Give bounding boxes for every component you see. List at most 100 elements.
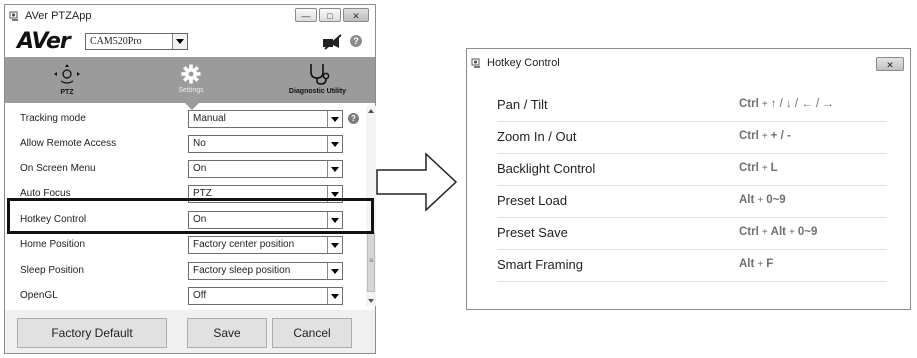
nav-settings[interactable]: Settings <box>170 57 212 103</box>
select-value: Factory center position <box>193 239 295 250</box>
key-plus: + <box>757 195 764 206</box>
chevron-down-icon <box>327 263 342 279</box>
aver-logo: AVer <box>17 29 71 54</box>
factory-default-button[interactable]: Factory Default <box>17 318 167 348</box>
cancel-button[interactable]: Cancel <box>272 318 352 348</box>
right-arrow-icon <box>376 152 458 212</box>
hotkey-window-title: Hotkey Control <box>487 57 560 69</box>
hotkey-keys: Ctrl + ↑ / ↓ / ← / → <box>739 98 834 110</box>
info-icon[interactable]: ? <box>348 113 359 124</box>
hotkey-function: Preset Load <box>497 193 568 208</box>
nav-ptz[interactable]: PTZ <box>47 57 87 103</box>
footer-bar: Factory Default Save Cancel <box>5 310 375 353</box>
hotkey-function: Smart Framing <box>497 257 583 272</box>
camera-model-select[interactable]: CAM520Pro <box>85 33 188 50</box>
key: Ctrl <box>739 98 759 110</box>
save-button[interactable]: Save <box>187 318 267 348</box>
camera-model-value: CAM520Pro <box>90 36 142 47</box>
hotkey-function: Backlight Control <box>497 161 596 176</box>
key: + / - <box>770 130 791 142</box>
scroll-up-icon[interactable] <box>368 109 374 113</box>
hotkey-function: Pan / Tilt <box>497 97 548 112</box>
key: Alt <box>739 194 755 206</box>
hotkey-keys: Alt + F <box>739 258 773 270</box>
key: Ctrl <box>739 226 759 238</box>
hotkey-control-window: Hotkey Control ✕ Pan / Tilt Ctrl + ↑ / ↓ /… <box>466 48 911 310</box>
hotkey-row-backlight: Backlight Control Ctrl + L <box>497 153 887 186</box>
key: 0~9 <box>766 194 786 206</box>
key: Alt <box>739 258 755 270</box>
setting-label: Home Position <box>20 239 86 250</box>
remote-access-select[interactable]: No <box>188 135 343 153</box>
hotkey-row-zoom: Zoom In / Out Ctrl + + / - <box>497 121 887 154</box>
key: 0~9 <box>797 226 818 238</box>
select-value: Manual <box>193 113 226 124</box>
tracking-mode-select[interactable]: Manual <box>188 110 343 128</box>
app-icon <box>471 58 480 68</box>
key-plus: + <box>789 227 795 238</box>
camera-off-icon[interactable] <box>321 34 343 50</box>
stethoscope-icon <box>309 64 329 85</box>
hotkey-keys: Alt +0~9 <box>739 194 786 206</box>
key-plus: + <box>761 131 768 142</box>
chevron-down-icon <box>327 111 342 127</box>
setting-label: OpenGL <box>20 290 58 301</box>
chevron-down-icon <box>172 34 187 49</box>
setting-label: Tracking mode <box>20 113 86 124</box>
opengl-select[interactable]: Off <box>188 287 343 305</box>
key-plus: + <box>757 259 764 270</box>
app-icon <box>9 11 18 21</box>
maximize-button[interactable]: □ <box>319 8 341 22</box>
setting-label: Allow Remote Access <box>20 138 117 149</box>
title-bar: AVer PTZApp — □ ✕ <box>5 5 375 27</box>
key: Alt <box>770 226 786 238</box>
nav-diagnostic-utility[interactable]: Diagnostic Utility <box>280 57 355 103</box>
setting-row-sleep-position: Sleep Position Factory sleep position <box>5 258 366 283</box>
key: Ctrl <box>739 130 759 142</box>
help-icon[interactable]: ? <box>350 35 362 47</box>
close-button[interactable]: ✕ <box>876 57 904 71</box>
select-value: On <box>193 163 207 174</box>
hotkey-keys: Ctrl + Alt +0~9 <box>739 226 817 238</box>
nav-diagnostic-label: Diagnostic Utility <box>288 88 347 95</box>
setting-row-home-position: Home Position Factory center position <box>5 232 366 257</box>
key-plus: + <box>761 227 768 238</box>
on-screen-menu-select[interactable]: On <box>188 160 343 178</box>
select-value: Factory sleep position <box>193 265 291 276</box>
hotkey-keys: Ctrl + + / - <box>739 130 791 142</box>
window-title: AVer PTZApp <box>25 10 92 22</box>
ptz-icon <box>54 64 80 84</box>
hotkey-row-preset-save: Preset Save Ctrl + Alt +0~9 <box>497 217 887 250</box>
key: Ctrl <box>739 162 759 174</box>
setting-row-tracking-mode: Tracking mode Manual ? <box>5 106 366 131</box>
select-value: Off <box>193 290 207 301</box>
setting-label: Sleep Position <box>20 265 84 276</box>
close-button[interactable]: ✕ <box>343 8 369 22</box>
setting-row-opengl: OpenGL Off <box>5 283 366 308</box>
chevron-down-icon <box>327 161 342 177</box>
minimize-button[interactable]: — <box>295 8 317 22</box>
setting-label: On Screen Menu <box>20 163 96 174</box>
grip-icon: ≡ <box>369 256 374 265</box>
chevron-down-icon <box>327 237 342 253</box>
key-plus: + <box>761 163 768 174</box>
scroll-down-icon[interactable] <box>368 299 374 303</box>
sleep-position-select[interactable]: Factory sleep position <box>188 262 343 280</box>
gear-icon <box>181 64 201 84</box>
key: L <box>770 162 778 174</box>
setting-row-remote-access: Allow Remote Access No <box>5 131 366 156</box>
key: ↑ / ↓ / ← / → <box>770 98 834 110</box>
hotkey-title-bar: Hotkey Control <box>467 49 910 77</box>
select-value: No <box>193 138 206 149</box>
hotkey-highlight-frame <box>7 198 374 234</box>
home-position-select[interactable]: Factory center position <box>188 236 343 254</box>
key-plus: + <box>761 99 768 110</box>
chevron-down-icon <box>327 136 342 152</box>
nav-settings-label: Settings <box>178 87 204 94</box>
main-navbar: PTZ Settings Diagnostic Utility <box>5 57 375 103</box>
hotkey-row-smart-framing: Smart Framing Alt + F <box>497 249 887 282</box>
chevron-down-icon <box>327 288 342 304</box>
hotkey-keys: Ctrl + L <box>739 162 778 174</box>
key: F <box>766 258 774 270</box>
setting-row-on-screen-menu: On Screen Menu On <box>5 156 366 181</box>
